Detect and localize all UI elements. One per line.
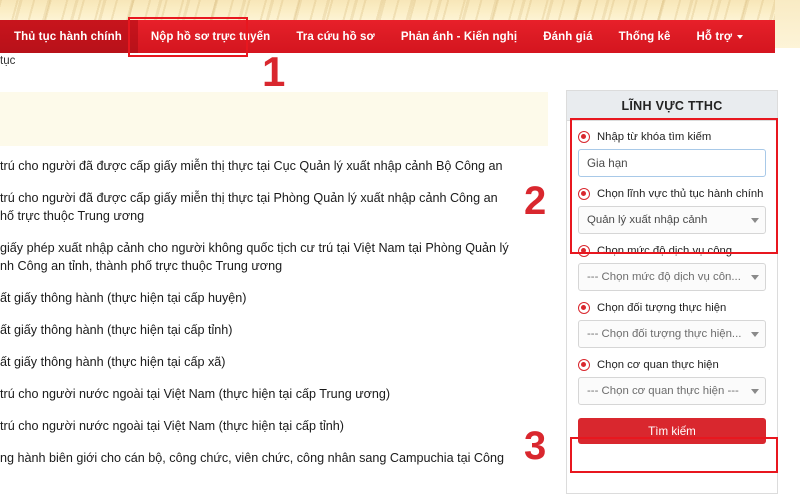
chevron-down-icon xyxy=(751,274,759,280)
nav-item-label: Phản ánh - Kiến nghị xyxy=(400,30,518,43)
main-navigation: Thủ tục hành chính Nộp hồ sơ trực tuyến Tr… xyxy=(0,20,775,53)
radio-button-icon[interactable] xyxy=(578,188,590,200)
select-2[interactable]: --- Chọn mức độ dịch vụ côn... xyxy=(578,263,766,291)
filter-field-2: Chọn mức độ dịch vụ công --- Chọn mức độ … xyxy=(578,245,766,291)
procedure-list: trú cho người đã được cấp giấy miễn thị … xyxy=(0,157,552,481)
radio-row-2[interactable]: Chọn mức độ dịch vụ công xyxy=(578,245,766,257)
procedure-list-item[interactable]: trú cho người nước ngoài tại Việt Nam (t… xyxy=(0,417,552,435)
radio-label: Chọn cơ quan thực hiện xyxy=(597,359,719,371)
content-highlight-block xyxy=(0,92,548,146)
nav-item-5[interactable]: Thống kê xyxy=(606,20,684,53)
radio-button-icon[interactable] xyxy=(578,302,590,314)
panel-title: LĨNH VỰC TTHC xyxy=(567,91,777,121)
procedure-list-item[interactable]: giấy phép xuất nhập cảnh cho người không… xyxy=(0,239,552,275)
radio-row-1[interactable]: Chọn lĩnh vực thủ tục hành chính xyxy=(578,188,766,200)
chevron-down-icon xyxy=(737,34,744,39)
radio-button-icon[interactable] xyxy=(578,131,590,143)
procedure-list-item[interactable]: ất giấy thông hành (thực hiện tại cấp hu… xyxy=(0,289,552,307)
chevron-down-icon xyxy=(751,388,759,394)
nav-item-label: Thủ tục hành chính xyxy=(14,30,122,43)
chevron-down-icon xyxy=(751,217,759,223)
select-value: --- Chọn cơ quan thực hiện --- xyxy=(587,385,739,397)
select-1[interactable]: Quản lý xuất nhập cảnh xyxy=(578,206,766,234)
keyword-search-input[interactable] xyxy=(578,149,766,177)
procedure-list-item[interactable]: trú cho người đã được cấp giấy miễn thị … xyxy=(0,189,552,225)
nav-item-6[interactable]: Hỗ trợ xyxy=(684,20,757,53)
radio-row-3[interactable]: Chọn đối tượng thực hiện xyxy=(578,302,766,314)
radio-row-0[interactable]: Nhập từ khóa tìm kiếm xyxy=(578,131,766,143)
page-root: Thủ tục hành chính Nộp hồ sơ trực tuyến Tr… xyxy=(0,0,800,500)
tthc-filter-panel: LĨNH VỰC TTHC Nhập từ khóa tìm kiếm Chọn … xyxy=(566,90,778,494)
nav-item-label: Thống kê xyxy=(618,30,671,43)
breadcrumb: tục xyxy=(0,55,16,67)
procedure-list-item[interactable]: trú cho người nước ngoài tại Việt Nam (t… xyxy=(0,385,552,403)
nav-item-4[interactable]: Đánh giá xyxy=(530,20,605,53)
filter-field-4: Chọn cơ quan thực hiện --- Chọn cơ quan t… xyxy=(578,359,766,405)
annotation-number-1: 1 xyxy=(262,48,286,95)
select-3[interactable]: --- Chọn đối tượng thực hiện... xyxy=(578,320,766,348)
decorative-banner-right xyxy=(775,0,800,48)
search-button[interactable]: Tìm kiếm xyxy=(578,418,766,444)
search-button-wrap: Tìm kiếm xyxy=(578,418,766,444)
radio-button-icon[interactable] xyxy=(578,245,590,257)
nav-item-label: Đánh giá xyxy=(543,30,593,43)
procedure-list-item[interactable]: trú cho người đã được cấp giấy miễn thị … xyxy=(0,157,552,175)
nav-item-label: Nộp hồ sơ trực tuyến xyxy=(150,30,271,43)
radio-label: Chọn mức độ dịch vụ công xyxy=(597,245,733,257)
annotation-number-3: 3 xyxy=(524,424,547,468)
filter-field-3: Chọn đối tượng thực hiện --- Chọn đối tượ… xyxy=(578,302,766,348)
nav-item-label: Hỗ trợ xyxy=(696,30,733,43)
select-value: --- Chọn đối tượng thực hiện... xyxy=(587,328,742,340)
select-value: --- Chọn mức độ dịch vụ côn... xyxy=(587,271,741,283)
annotation-number-2: 2 xyxy=(524,179,547,223)
radio-row-4[interactable]: Chọn cơ quan thực hiện xyxy=(578,359,766,371)
filter-field-0: Nhập từ khóa tìm kiếm xyxy=(578,131,766,177)
decorative-banner xyxy=(0,0,800,20)
select-value: Quản lý xuất nhập cảnh xyxy=(587,214,708,226)
procedure-list-item[interactable]: ng hành biên giới cho cán bộ, công chức,… xyxy=(0,449,552,467)
filter-field-1: Chọn lĩnh vực thủ tục hành chính Quản lý … xyxy=(578,188,766,234)
nav-item-label: Tra cứu hồ sơ xyxy=(296,30,375,43)
panel-body: Nhập từ khóa tìm kiếm Chọn lĩnh vực thủ t… xyxy=(567,121,777,452)
radio-button-icon[interactable] xyxy=(578,359,590,371)
nav-item-0[interactable]: Thủ tục hành chính xyxy=(0,20,138,53)
select-4[interactable]: --- Chọn cơ quan thực hiện --- xyxy=(578,377,766,405)
radio-label: Chọn lĩnh vực thủ tục hành chính xyxy=(597,188,764,200)
procedure-list-item[interactable]: ất giấy thông hành (thực hiện tại cấp tỉ… xyxy=(0,321,552,339)
radio-label: Nhập từ khóa tìm kiếm xyxy=(597,131,712,143)
chevron-down-icon xyxy=(751,331,759,337)
procedure-list-item[interactable]: ất giấy thông hành (thực hiện tại cấp xã… xyxy=(0,353,552,371)
nav-item-3[interactable]: Phản ánh - Kiến nghị xyxy=(388,20,530,53)
nav-item-2[interactable]: Tra cứu hồ sơ xyxy=(283,20,388,53)
radio-label: Chọn đối tượng thực hiện xyxy=(597,302,727,314)
